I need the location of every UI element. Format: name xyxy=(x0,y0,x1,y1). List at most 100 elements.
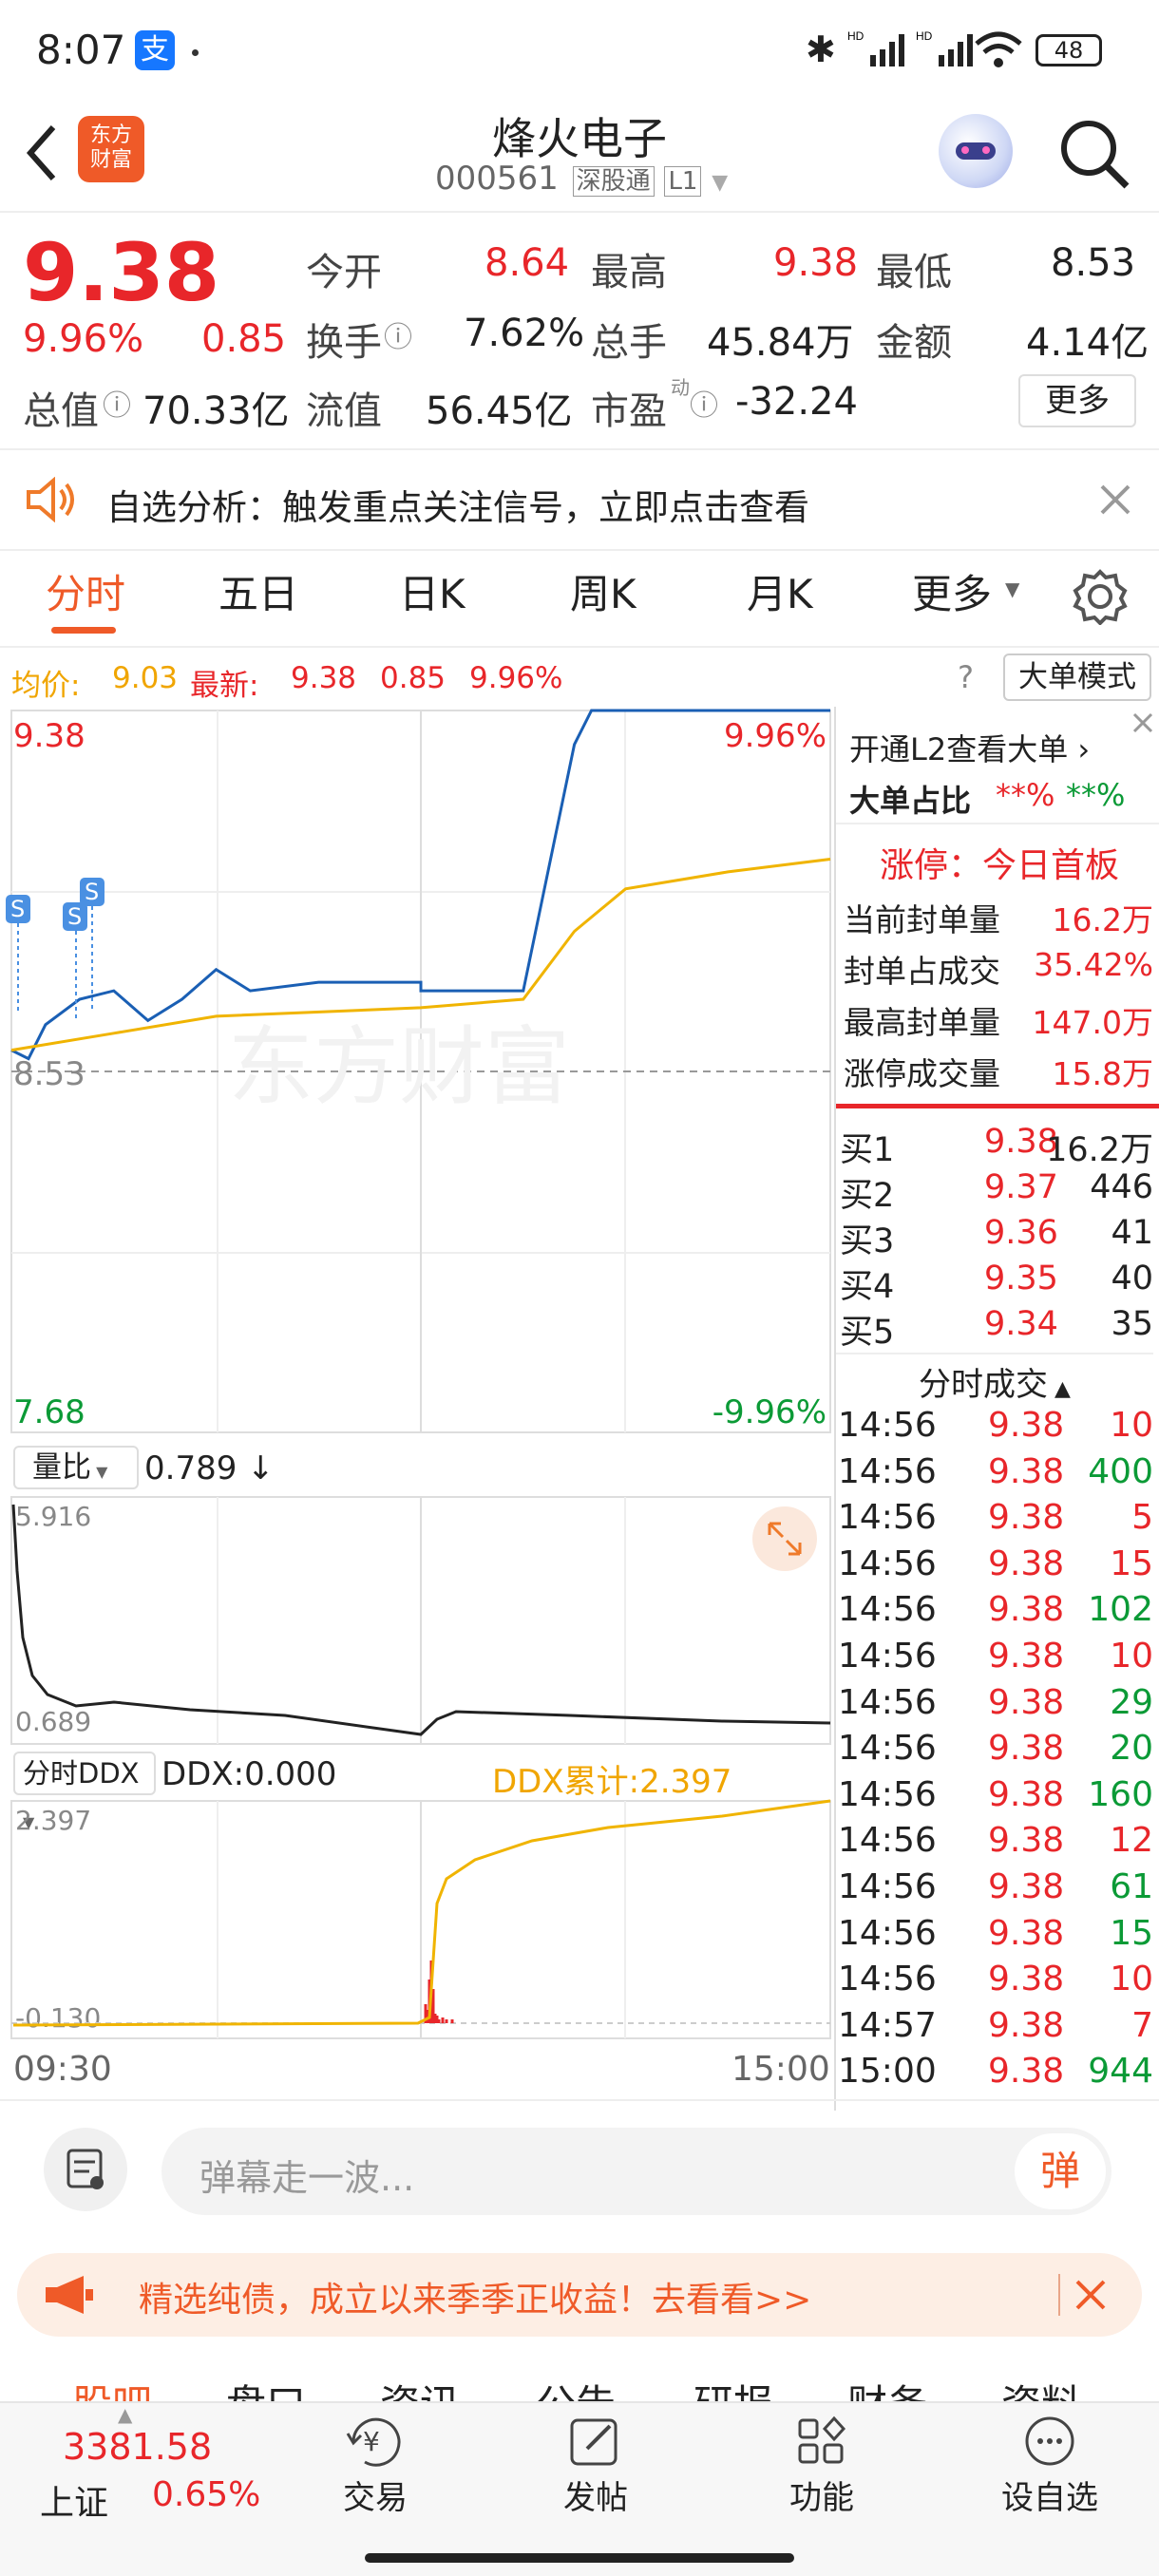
l2-panel: 开通L2查看大单 › 大单占比 **% **% 涨停：今日首板 当前封单量 16.… xyxy=(836,710,1159,1109)
sub-tab-notice[interactable]: 公告 xyxy=(536,2373,616,2403)
order-book-row[interactable]: 买5 9.34 35 xyxy=(836,1305,1153,1352)
bid-volume: 16.2万 xyxy=(1046,1131,1153,1169)
svg-text:S: S xyxy=(10,896,25,922)
vol-ratio-chart[interactable]: 5.916 0.689 xyxy=(0,1495,834,1746)
tick-time: 14:56 xyxy=(838,1729,937,1769)
close-icon[interactable] xyxy=(1130,710,1155,735)
svg-text:S: S xyxy=(85,879,99,905)
tab-5day[interactable]: 五日 xyxy=(218,562,298,620)
order-book-row[interactable]: 买3 9.36 41 xyxy=(836,1214,1153,1260)
danmu-button-label: 弹 xyxy=(1039,2148,1080,2194)
l2-divider xyxy=(836,823,1159,824)
tab-weekly[interactable]: 周K xyxy=(570,562,636,620)
y-mid-label: 8.53 xyxy=(13,1055,86,1093)
chart-tabs: 分时 五日 日K 周K 月K 更多 ▼ xyxy=(0,0,1159,646)
bid-volume: 41 xyxy=(1111,1214,1153,1252)
ad-banner[interactable]: 精选纯债，成立以来季季正收益！去看看>> xyxy=(17,2253,1142,2337)
y-bot-label: 7.68 xyxy=(13,1393,86,1431)
l2-title[interactable]: 开通L2查看大单 › xyxy=(849,726,1090,769)
bid-price: 9.35 xyxy=(984,1260,1058,1297)
help-icon[interactable]: ? xyxy=(958,659,974,695)
s-marker-icon[interactable]: S xyxy=(6,895,30,1011)
nav-watchlist[interactable]: 设自选 xyxy=(988,2411,1112,2534)
ddx-selector[interactable]: 分时DDX ▼ xyxy=(13,1752,156,1831)
tick-volume: 7 xyxy=(1131,2005,1153,2045)
nav-post[interactable]: 发帖 xyxy=(543,2411,648,2534)
tick-volume: 15 xyxy=(1110,1544,1153,1583)
tick-volume: 160 xyxy=(1088,1774,1153,1814)
big-order-ratio-a: **% xyxy=(996,777,1055,813)
tick-volume: 10 xyxy=(1110,1637,1153,1676)
tick-volume: 29 xyxy=(1110,1682,1153,1722)
comment-bar: 弹幕走一波... 弹 xyxy=(0,2101,1159,2225)
vol-ratio-selector[interactable]: 量比 ▼ xyxy=(13,1446,139,1489)
l2-row-label: 最高封单量 xyxy=(844,1004,1000,1041)
pct-bot-label: -9.96% xyxy=(712,1393,826,1431)
big-order-mode-button[interactable]: 大单模式 xyxy=(1003,653,1151,701)
ddx-chart[interactable]: 2.397 -0.130 xyxy=(0,1799,834,2042)
tick-volume: 5 xyxy=(1131,1498,1153,1538)
avg-value: 9.03 xyxy=(112,661,179,695)
l2-row-value: 15.8万 xyxy=(1052,1055,1153,1092)
ad-divider xyxy=(1058,2274,1060,2316)
bottom-nav: ▲ 3381.58 上证 0.65% ¥ 交易 发帖 功能 设自选 xyxy=(0,2401,1159,2576)
order-book-row[interactable]: 买2 9.37 446 xyxy=(836,1168,1153,1215)
tick-row: 14:56 9.38 12 xyxy=(836,1821,1153,1866)
order-book-row[interactable]: 买4 9.35 40 xyxy=(836,1260,1153,1306)
bid-price: 9.37 xyxy=(984,1168,1058,1206)
tick-time: 14:56 xyxy=(838,1913,937,1953)
intraday-chart[interactable]: 东方财富 S S S 9.38 8.53 7.68 9.96% -9.96% xyxy=(0,707,834,1438)
edit-icon xyxy=(570,2418,618,2466)
tick-row: 14:56 9.38 102 xyxy=(836,1590,1153,1636)
sub-tab-profile[interactable]: 资料 xyxy=(1001,2373,1081,2403)
order-book-row[interactable]: 买1 9.38 16.2万 xyxy=(836,1123,1153,1169)
close-icon[interactable] xyxy=(1074,2278,1108,2312)
danmu-button[interactable]: 弹 xyxy=(1015,2133,1106,2209)
nav-post-label: 发帖 xyxy=(563,2479,628,2517)
nav-trade[interactable]: ¥ 交易 xyxy=(323,2411,428,2534)
tick-price: 9.38 xyxy=(988,1498,1065,1538)
sub-tab-news[interactable]: 资讯 xyxy=(380,2373,460,2403)
index-ticker[interactable]: ▲ 3381.58 上证 0.65% xyxy=(0,2403,285,2527)
trade-icon: ¥ xyxy=(346,2417,401,2467)
nav-func[interactable]: 功能 xyxy=(770,2411,874,2534)
s-marker-icon[interactable]: S xyxy=(63,902,87,1020)
tick-time: 15:00 xyxy=(838,2052,937,2092)
l2-row-value: 35.42% xyxy=(1034,946,1153,983)
sub-tab-report[interactable]: 研报 xyxy=(694,2373,773,2403)
tab-intraday[interactable]: 分时 xyxy=(46,562,125,620)
latest-label: 最新: xyxy=(190,669,259,703)
danmu-input[interactable]: 弹幕走一波... 弹 xyxy=(162,2128,1112,2215)
tick-volume: 61 xyxy=(1110,1867,1153,1906)
big-order-ratio-b: **% xyxy=(1066,777,1126,813)
tab-more[interactable]: 更多 xyxy=(912,562,992,620)
svg-text:S: S xyxy=(67,903,82,930)
tick-row: 14:56 9.38 5 xyxy=(836,1498,1153,1544)
tick-price: 9.38 xyxy=(988,1821,1065,1861)
s-marker-icon[interactable]: S xyxy=(80,878,104,1011)
chevron-right-icon: › xyxy=(1068,731,1091,767)
avg-label: 均价: xyxy=(11,669,81,703)
tick-time: 14:56 xyxy=(838,1821,937,1861)
tick-time: 14:56 xyxy=(838,1867,937,1906)
tick-price: 9.38 xyxy=(988,1729,1065,1769)
tick-row: 14:56 9.38 61 xyxy=(836,1867,1153,1913)
ticks-header[interactable]: 分时成交 ▲ xyxy=(836,1353,1153,1404)
limit-divider xyxy=(836,1104,1159,1108)
limit-up-title: 涨停：今日首板 xyxy=(880,846,1120,885)
gear-icon[interactable] xyxy=(1072,568,1129,625)
sub-tab-pankou[interactable]: 盘口 xyxy=(226,2373,306,2403)
tick-volume: 102 xyxy=(1088,1590,1153,1630)
tick-volume: 12 xyxy=(1110,1821,1153,1861)
tab-daily[interactable]: 日K xyxy=(399,562,466,620)
right-panel-divider xyxy=(834,707,836,2111)
tick-price: 9.38 xyxy=(988,1774,1065,1814)
tab-monthly[interactable]: 月K xyxy=(747,562,813,620)
tick-price: 9.38 xyxy=(988,1590,1065,1630)
nav-trade-label: 交易 xyxy=(343,2479,408,2517)
notes-icon[interactable] xyxy=(44,2128,127,2211)
expand-icon[interactable] xyxy=(752,1506,817,1571)
sub-tab-finance[interactable]: 财务 xyxy=(847,2373,927,2403)
l2-row-label: 当前封单量 xyxy=(844,901,1000,938)
sub-tab-guba[interactable]: 股吧 xyxy=(72,2373,152,2403)
